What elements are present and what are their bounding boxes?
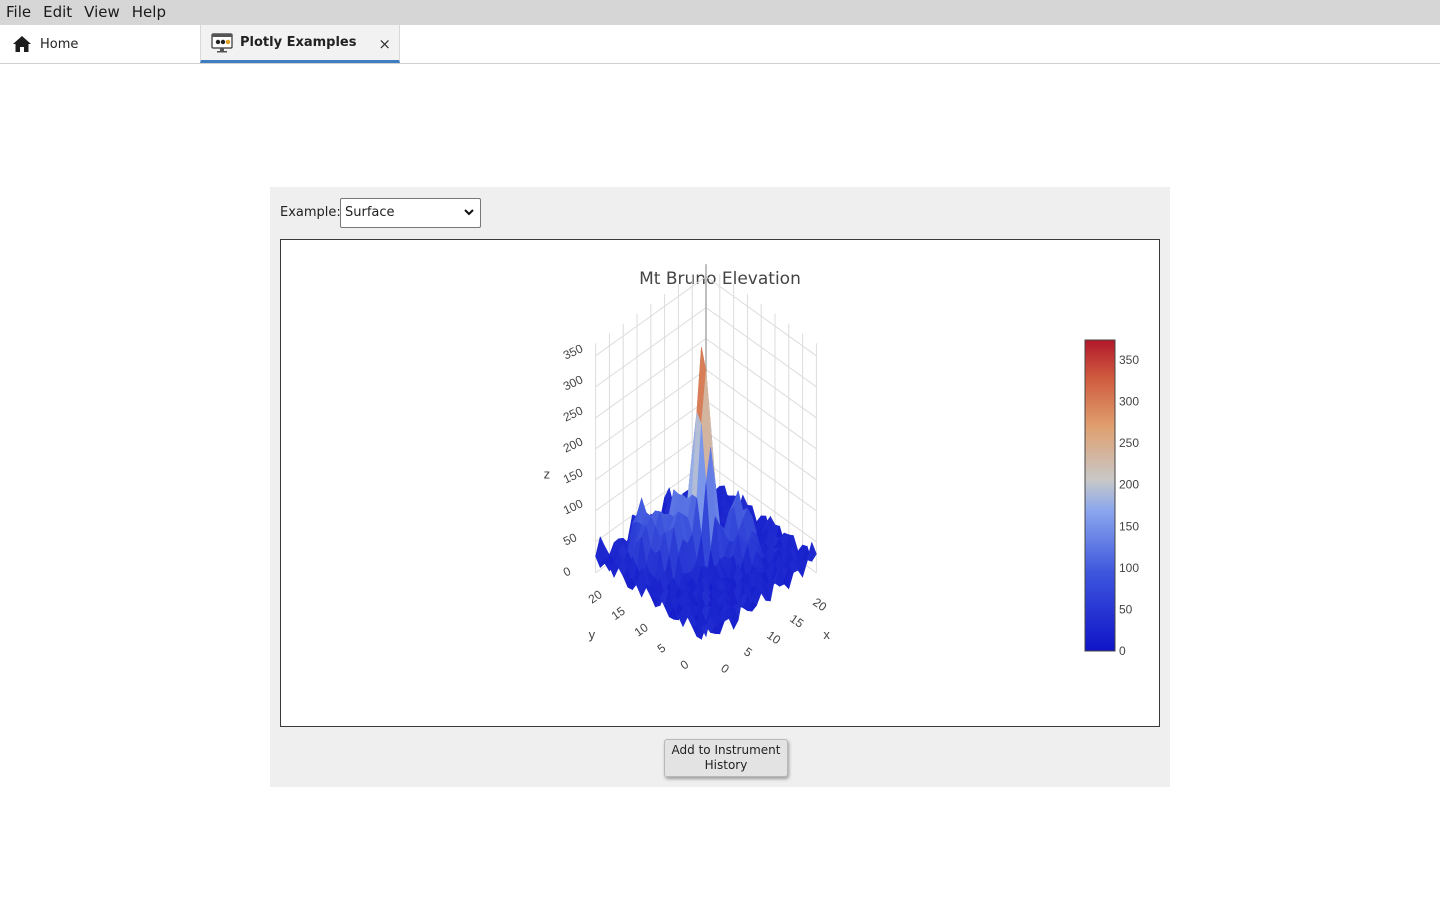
z-tick-label: 250 — [561, 403, 585, 424]
menu-edit[interactable]: Edit — [37, 0, 78, 25]
tab-bar: Home Plotly Examples × — [0, 25, 1440, 64]
x-axis-label: x — [823, 627, 830, 642]
colorbar-tick-label: 150 — [1119, 519, 1139, 533]
surface-plot[interactable]: 0510152005101520050100150200250300350xyz… — [281, 240, 1159, 726]
colorbar-tick-label: 100 — [1119, 561, 1139, 575]
z-tick-label: 350 — [561, 341, 585, 362]
tab-home-label: Home — [40, 36, 79, 52]
tab-plotly-examples[interactable]: Plotly Examples × — [200, 25, 400, 63]
example-panel: Example: Surface Mt Bruno Elevation 0 5 … — [270, 187, 1170, 787]
example-label: Example: — [280, 205, 341, 220]
z-tick-label: 150 — [561, 465, 585, 486]
menu-view[interactable]: View — [78, 0, 126, 25]
colorbar-tick-label: 300 — [1119, 395, 1139, 409]
colorbar-tick-label: 200 — [1119, 478, 1139, 492]
z-tick-label: 200 — [561, 434, 585, 455]
colorbar: 0 50 100 150 200 250 300 350 — [1084, 339, 1139, 658]
y-tick-label: 10 — [632, 620, 651, 639]
menu-file[interactable]: File — [0, 0, 37, 25]
surface-mesh — [595, 347, 817, 641]
y-tick-label: 20 — [586, 587, 605, 606]
menubar: File Edit View Help — [0, 0, 1440, 25]
z-tick-label: 300 — [561, 372, 585, 393]
x-tick-label: 5 — [741, 644, 755, 659]
y-tick-label: 0 — [678, 657, 692, 672]
example-select[interactable]: Surface — [340, 198, 481, 228]
plot-area[interactable]: Mt Bruno Elevation 0 5 10 15 20 0 5 10 15 20 0 50 10… — [280, 239, 1160, 727]
z-tick-label: 0 — [561, 564, 573, 580]
x-tick-label: 15 — [787, 611, 806, 630]
tab-plotly-label: Plotly Examples — [240, 35, 357, 50]
y-tick-label: 5 — [655, 640, 669, 655]
z-axis-label: z — [544, 467, 551, 482]
z-tick-label: 50 — [561, 530, 579, 548]
plot-window-icon — [211, 32, 233, 52]
close-icon[interactable]: × — [378, 35, 391, 53]
tab-home[interactable]: Home — [0, 25, 200, 63]
x-tick-label: 10 — [764, 628, 783, 647]
colorbar-tick-label: 50 — [1119, 602, 1133, 616]
x-tick-label: 20 — [810, 595, 829, 614]
add-to-instrument-history-button[interactable]: Add to Instrument History — [664, 739, 788, 777]
chevron-down-icon — [464, 209, 474, 216]
z-tick-label: 100 — [561, 496, 585, 517]
colorbar-tick-label: 250 — [1119, 436, 1139, 450]
colorbar-tick-label: 0 — [1119, 644, 1126, 658]
y-tick-label: 15 — [609, 604, 628, 623]
colorbar-ramp — [1084, 339, 1116, 652]
colorbar-tick-label: 350 — [1119, 353, 1139, 367]
home-icon — [13, 36, 31, 52]
menu-help[interactable]: Help — [126, 0, 172, 25]
y-axis-label: y — [589, 627, 596, 642]
example-select-value: Surface — [345, 205, 395, 220]
x-tick-label: 0 — [718, 661, 732, 676]
